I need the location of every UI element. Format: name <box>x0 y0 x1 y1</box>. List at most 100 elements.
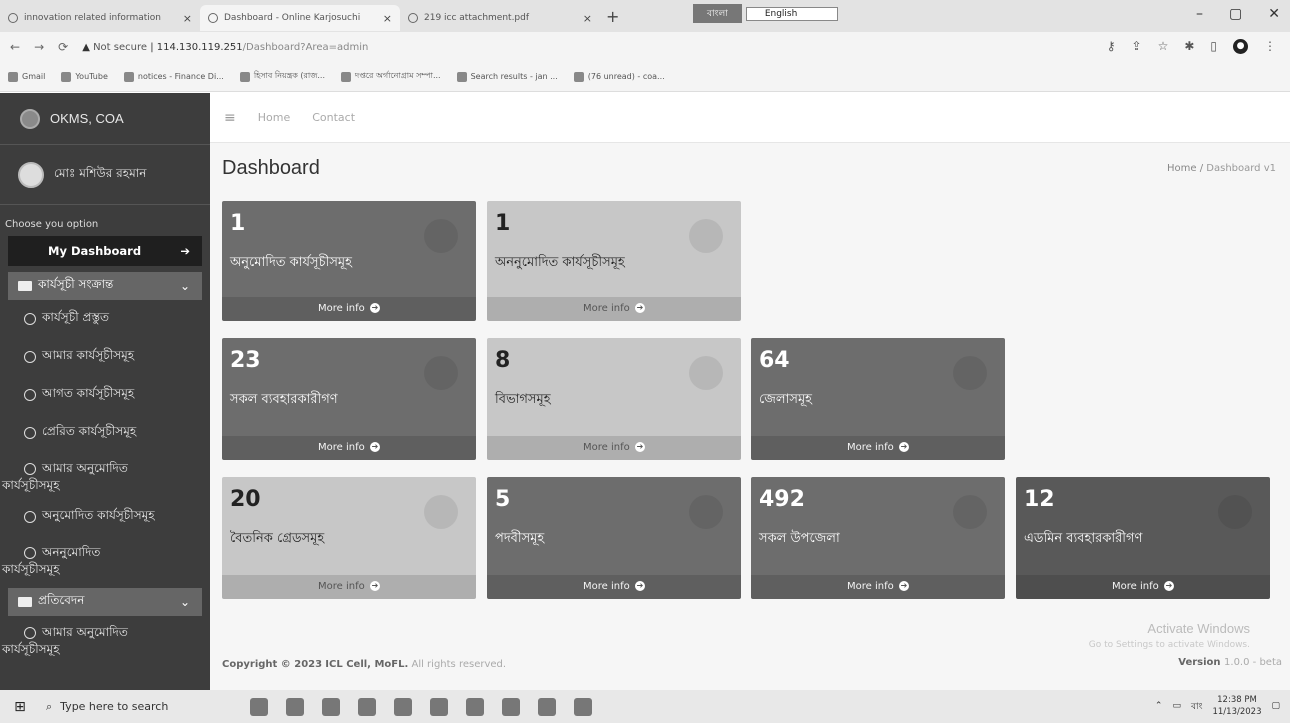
bookmark[interactable]: Search results - jan ... <box>456 71 558 82</box>
clock[interactable]: 12:38 PM 11/13/2023 <box>1212 694 1261 718</box>
notification-icon[interactable]: ▢ <box>1271 701 1280 711</box>
bookmark[interactable]: Gmail <box>8 71 45 82</box>
sidebar-group-reports[interactable]: প্রতিবেদন ⌄ <box>8 588 202 616</box>
sidebar-item-incoming-programs[interactable]: আগত কার্যসূচীসমূহ <box>0 376 210 414</box>
back-icon[interactable]: ← <box>10 40 20 54</box>
bookmark[interactable]: হিসাব নিয়ন্ত্রক (রাজ... <box>239 70 325 83</box>
avatar <box>18 161 44 188</box>
sidebar-item-report-my-approved[interactable]: আমার অনুমোদিত কার্যসূচীসমূহ <box>0 616 210 662</box>
sidebar-item-create-program[interactable]: কার্যসূচী প্রস্তুত <box>0 300 210 338</box>
more-info-link[interactable]: More info ➔ <box>751 436 1005 460</box>
arrow-circle-right-icon: ➔ <box>634 303 645 313</box>
sidebar-item-approved-programs[interactable]: অনুমোদিত কার্যসূচীসমূহ <box>0 498 210 536</box>
network-icon[interactable]: ▭ <box>1172 701 1181 711</box>
forward-icon[interactable]: → <box>34 40 44 54</box>
bookmark[interactable]: YouTube <box>61 71 108 82</box>
sidebar-item-label: প্রেরিত কার্যসূচীসমূহ <box>42 424 137 438</box>
extensions-icon[interactable]: ✱ <box>1184 39 1194 54</box>
stat-value: 8 <box>495 348 511 373</box>
stat-value: 64 <box>759 348 790 373</box>
sidebar-item-my-programs[interactable]: আমার কার্যসূচীসমূহ <box>0 338 210 376</box>
google-icon <box>341 71 352 82</box>
taskbar-apps <box>250 697 592 716</box>
windows-taskbar: ⊞ ⌕ Type here to search ⌃ ▭ বাং 12:38 PM… <box>0 690 1290 723</box>
more-info-link[interactable]: More info ➔ <box>222 575 476 599</box>
app-icon[interactable] <box>394 697 412 716</box>
version-label: Version <box>1178 657 1221 668</box>
breadcrumb-home[interactable]: Home <box>1167 163 1197 174</box>
more-info-link[interactable]: More info ➔ <box>1016 575 1270 599</box>
browser-tab[interactable]: 219 icc attachment.pdf × <box>400 5 600 31</box>
menu-icon[interactable]: ⋮ <box>1264 39 1276 54</box>
windows-start-icon[interactable]: ⊞ <box>0 699 40 715</box>
sidebar-item-unapproved-programs[interactable]: অননুমোদিত কার্যসূচীসমূহ <box>0 536 210 582</box>
more-info-link[interactable]: More info ➔ <box>222 436 476 460</box>
app-icon[interactable] <box>322 697 340 716</box>
sidebar-item-my-approved-programs[interactable]: আমার অনুমোদিত কার্যসূচীসমূহ <box>0 452 210 498</box>
chrome-icon[interactable] <box>538 697 556 716</box>
maximize-icon[interactable]: ▢ <box>1229 6 1242 22</box>
globe-icon <box>208 13 218 23</box>
sidepanel-icon[interactable]: ▯ <box>1210 39 1217 54</box>
language-indicator[interactable]: বাং <box>1191 699 1203 714</box>
stat-box-upazilas: 492 সকল উপজেলা More info ➔ <box>751 477 1005 599</box>
nav-link-contact[interactable]: Contact <box>312 111 355 124</box>
star-icon[interactable]: ☆ <box>1158 39 1169 54</box>
reload-icon[interactable]: ⟳ <box>58 40 68 54</box>
stat-box-unapproved-programs: 1 অননুমোদিত কার্যসূচীসমূহ More info ➔ <box>487 201 741 321</box>
sidebar-item-sent-programs[interactable]: প্রেরিত কার্যসূচীসমূহ <box>0 414 210 452</box>
activate-windows-subtitle: Go to Settings to activate Windows. <box>1088 640 1250 650</box>
stat-value: 5 <box>495 487 511 512</box>
edge-icon[interactable] <box>358 697 376 716</box>
app-icon[interactable] <box>502 697 520 716</box>
close-icon[interactable]: × <box>183 12 192 25</box>
breadcrumb-current: Dashboard v1 <box>1206 163 1276 174</box>
copyright-rights: All rights reserved. <box>411 659 507 670</box>
stat-label: সকল উপজেলা <box>759 531 840 546</box>
store-icon[interactable] <box>430 697 448 716</box>
more-info-link[interactable]: More info ➔ <box>222 297 476 321</box>
new-tab-button[interactable]: + <box>606 7 619 26</box>
taskbar-search[interactable]: ⌕ Type here to search <box>40 690 210 723</box>
sidebar-group-programs[interactable]: কার্যসূচী সংক্রান্ত ⌄ <box>8 272 202 300</box>
copyright-org-link[interactable]: ICL Cell, MoFL. <box>325 659 408 670</box>
task-view-icon[interactable] <box>286 697 304 716</box>
share-icon[interactable]: ⇪ <box>1132 39 1142 54</box>
user-panel[interactable]: মোঃ মশিউর রহমান <box>0 145 210 205</box>
more-info-link[interactable]: More info ➔ <box>487 436 741 460</box>
arrow-circle-right-icon: ➔ <box>369 581 380 591</box>
bookmark-label: দপ্তরে অর্গানোগ্রাম সম্পা... <box>355 71 441 80</box>
sidebar-item-label: আমার কার্যসূচীসমূহ <box>42 348 135 362</box>
ime-english-select[interactable]: English <box>745 6 839 21</box>
minimize-icon[interactable]: – <box>1196 6 1203 22</box>
bookmark[interactable]: দপ্তরে অর্গানোগ্রাম সম্পা... <box>341 70 441 83</box>
close-icon[interactable]: × <box>383 12 392 25</box>
profile-icon[interactable]: ● <box>1233 39 1248 54</box>
browser-tab[interactable]: innovation related information × <box>0 5 200 31</box>
more-info-link[interactable]: More info ➔ <box>487 297 741 321</box>
weather-icon[interactable] <box>250 697 268 716</box>
version-info: Version 1.0.0 - beta <box>1178 657 1282 668</box>
nav-link-home[interactable]: Home <box>258 111 290 124</box>
system-tray: ⌃ ▭ বাং 12:38 PM 11/13/2023 ▢ <box>1155 694 1280 718</box>
circle-icon <box>24 313 36 325</box>
hamburger-menu-icon[interactable]: ≡ <box>224 110 236 126</box>
bookmark[interactable]: notices - Finance Di... <box>123 71 224 82</box>
sidebar-item-my-dashboard[interactable]: My Dashboard ➔ <box>8 236 202 266</box>
bookmark[interactable]: (76 unread) - coa... <box>573 71 665 82</box>
chevron-down-icon: ⌄ <box>179 279 190 293</box>
ime-bangla-button[interactable]: বাংলা <box>693 4 742 23</box>
chevron-up-icon[interactable]: ⌃ <box>1155 701 1163 711</box>
breadcrumb: Home / Dashboard v1 <box>1167 163 1276 174</box>
app-icon[interactable] <box>466 697 484 716</box>
arrow-circle-right-icon: ➔ <box>369 303 380 313</box>
opera-icon[interactable] <box>574 697 592 716</box>
close-icon[interactable]: × <box>583 12 592 25</box>
url-field[interactable]: ▲ Not secure | 114.130.119.251/Dashboard… <box>82 42 368 53</box>
browser-tab-active[interactable]: Dashboard - Online Karjosuchi × <box>200 5 400 31</box>
key-icon[interactable]: ⚷ <box>1107 39 1116 54</box>
more-info-link[interactable]: More info ➔ <box>487 575 741 599</box>
close-window-icon[interactable]: ✕ <box>1268 6 1280 22</box>
brand-link[interactable]: OKMS, COA <box>0 93 210 145</box>
more-info-link[interactable]: More info ➔ <box>751 575 1005 599</box>
